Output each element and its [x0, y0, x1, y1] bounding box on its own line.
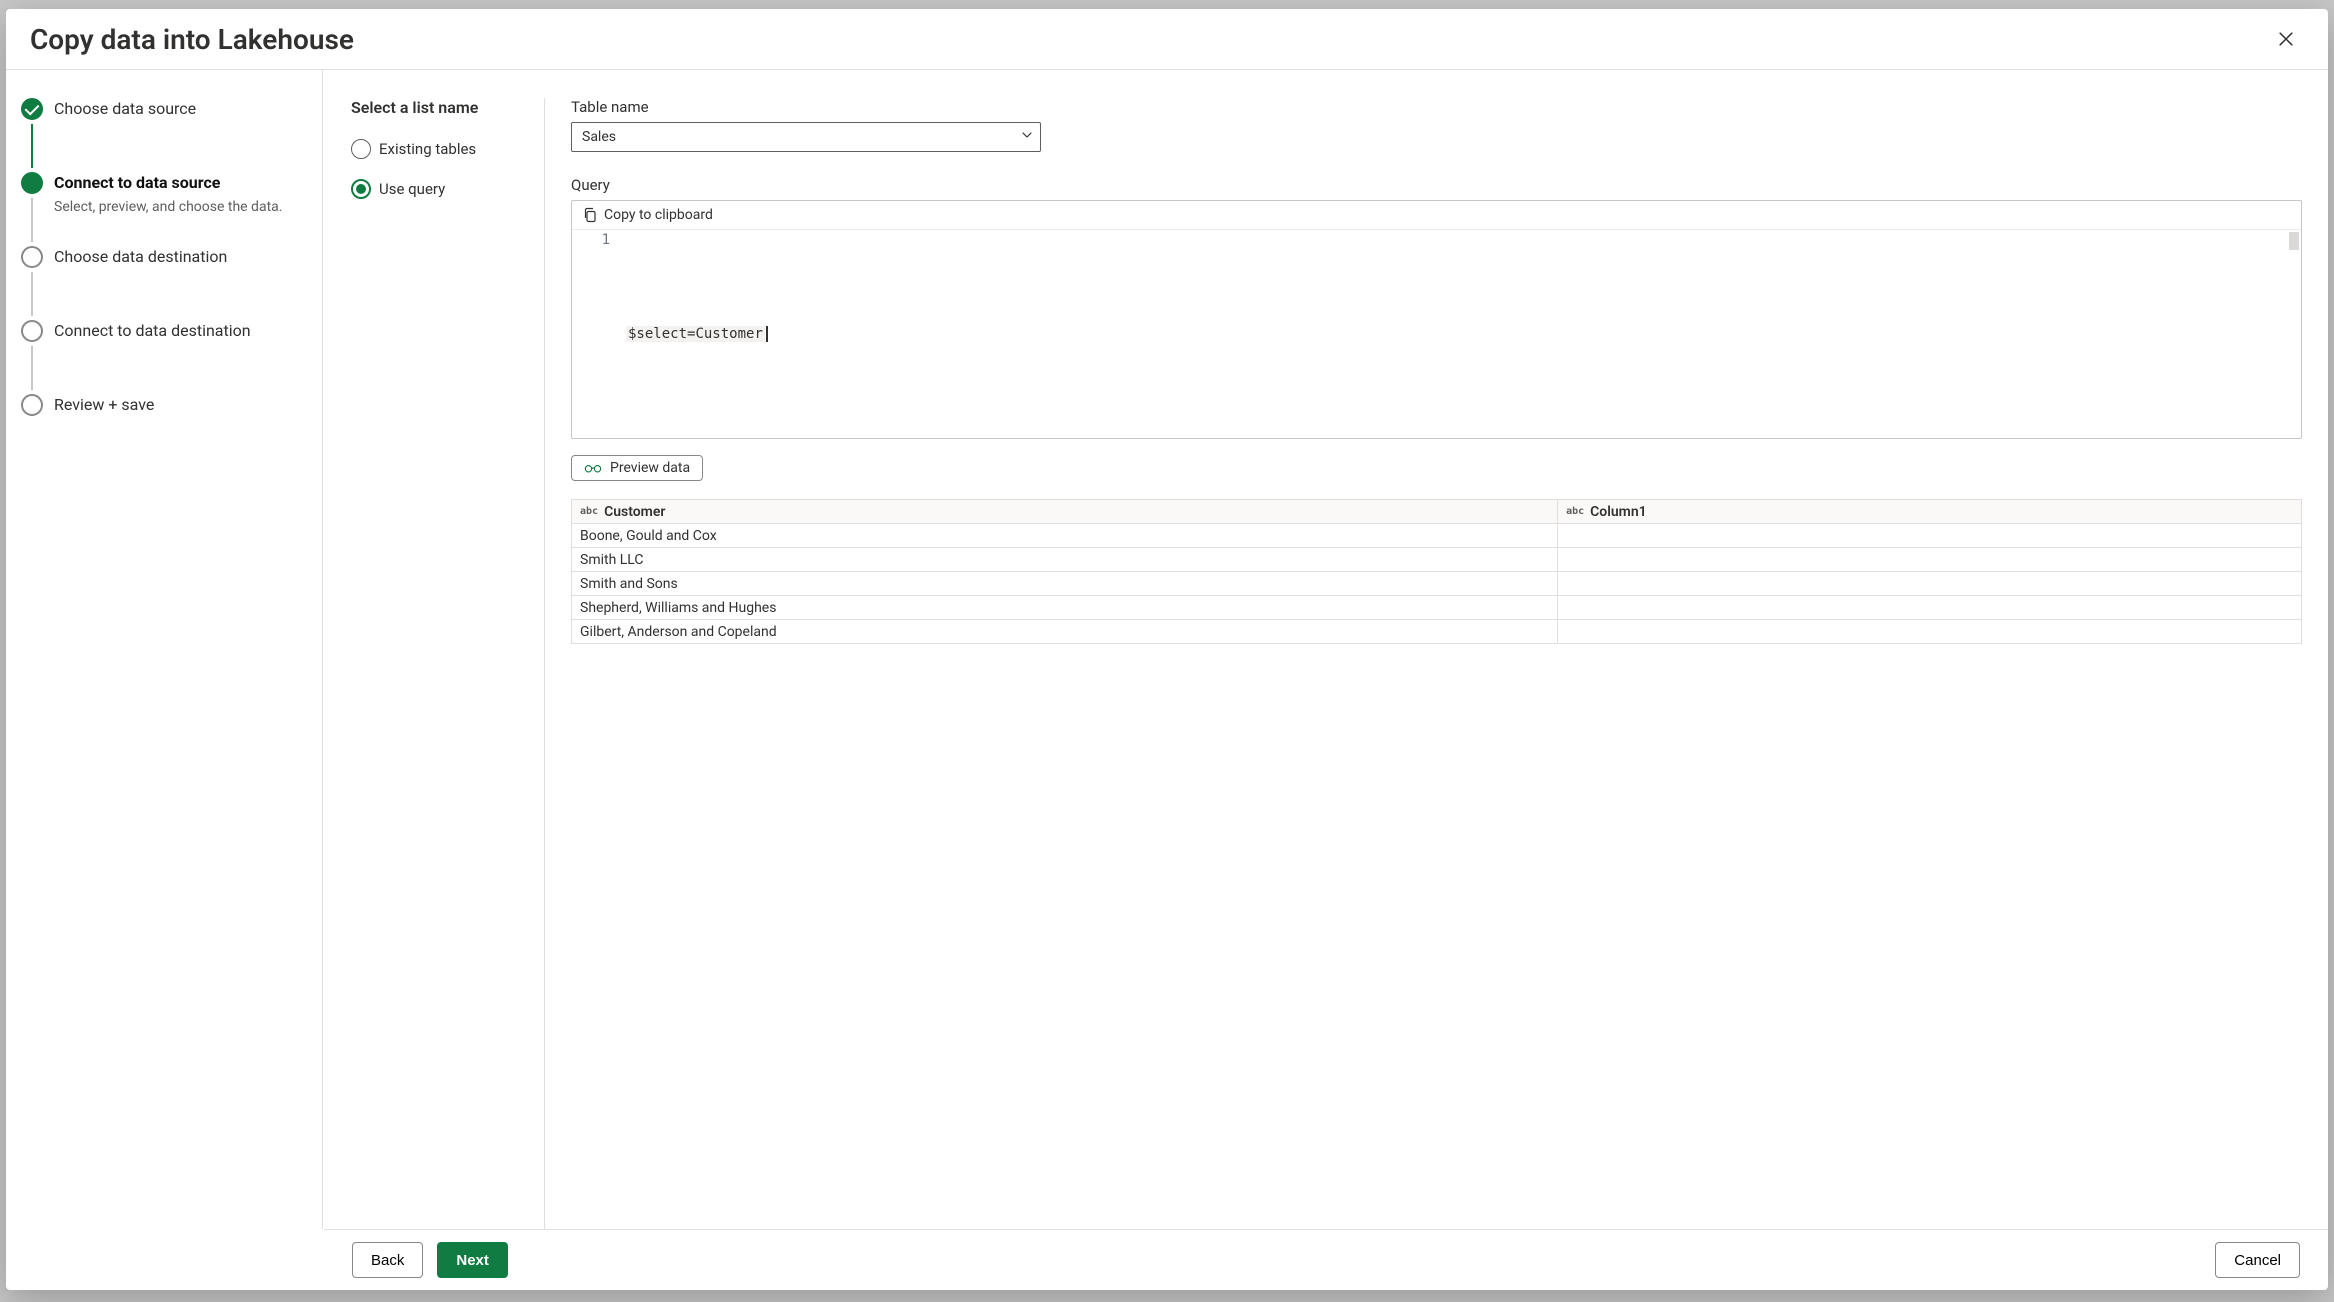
step-connector [31, 272, 33, 316]
step-connect-to-data-destination[interactable]: Connect to data destination [20, 320, 308, 394]
step-connect-to-data-source[interactable]: Connect to data source Select, preview, … [20, 172, 308, 246]
radio-label: Existing tables [379, 140, 476, 158]
table-row[interactable]: Boone, Gould and Cox [572, 524, 2302, 548]
step-subtitle: Select, preview, and choose the data. [54, 199, 282, 215]
column-header-customer[interactable]: abcCustomer [572, 500, 1558, 524]
copy-icon [582, 207, 598, 223]
next-button[interactable]: Next [437, 1242, 508, 1278]
step-review-save[interactable]: Review + save [20, 394, 308, 433]
step-circle-completed-icon [21, 98, 43, 120]
minimap [2289, 232, 2299, 250]
code-line: $select=Customer [626, 230, 768, 438]
dialog-header: Copy data into Lakehouse [6, 9, 2328, 70]
step-title: Connect to data destination [54, 321, 251, 341]
radio-label: Use query [379, 180, 445, 198]
step-connector [31, 198, 33, 242]
step-title: Choose data destination [54, 247, 227, 267]
query-label: Query [571, 176, 2302, 194]
table-row[interactable]: Smith LLC [572, 548, 2302, 572]
radio-use-query[interactable]: Use query [351, 179, 520, 199]
line-gutter: 1 [572, 230, 626, 438]
table-row[interactable]: Gilbert, Anderson and Copeland [572, 620, 2302, 644]
text-cursor [766, 326, 768, 342]
copy-to-clipboard-button[interactable]: Copy to clipboard [572, 201, 2301, 230]
step-title: Choose data source [54, 99, 196, 119]
radio-icon [351, 139, 371, 159]
step-rail: Choose data source Connect to data sourc… [6, 70, 323, 1229]
back-button[interactable]: Back [352, 1242, 423, 1278]
column-header-column1[interactable]: abcColumn1 [1558, 500, 2302, 524]
step-circle-current-icon [21, 172, 43, 194]
close-button[interactable] [2268, 21, 2304, 57]
dialog: Copy data into Lakehouse Choose data sou… [6, 9, 2328, 1290]
preview-data-button[interactable]: Preview data [571, 455, 703, 481]
copy-label: Copy to clipboard [604, 207, 713, 223]
table-row[interactable]: Smith and Sons [572, 572, 2302, 596]
step-circle-upcoming-icon [21, 246, 43, 268]
glasses-icon [584, 461, 602, 475]
query-editor: Copy to clipboard 1 $select=Customer [571, 200, 2302, 439]
step-circle-upcoming-icon [21, 320, 43, 342]
step-circle-upcoming-icon [21, 394, 43, 416]
table-name-select[interactable]: Sales [571, 122, 1041, 152]
code-area[interactable]: 1 $select=Customer [572, 230, 2301, 438]
table-row[interactable]: Shepherd, Williams and Hughes [572, 596, 2302, 620]
step-connector [31, 346, 33, 390]
radio-icon [351, 179, 371, 199]
step-choose-data-destination[interactable]: Choose data destination [20, 246, 308, 320]
table-name-label: Table name [571, 98, 2302, 116]
preview-table: abcCustomer abcColumn1 Boone, Gould and … [571, 499, 2302, 644]
table-name-value: Sales [582, 129, 616, 145]
preview-button-label: Preview data [610, 460, 690, 476]
cancel-button[interactable]: Cancel [2215, 1242, 2300, 1278]
dialog-title: Copy data into Lakehouse [30, 23, 354, 56]
step-choose-data-source[interactable]: Choose data source [20, 98, 308, 172]
list-name-panel: Select a list name Existing tables Use q… [351, 98, 545, 1229]
panel-heading: Select a list name [351, 98, 520, 117]
radio-existing-tables[interactable]: Existing tables [351, 139, 520, 159]
step-connector [31, 124, 33, 168]
query-panel: Table name Sales Query [571, 98, 2304, 1229]
dialog-footer: Back Next Cancel [324, 1229, 2328, 1290]
step-title: Connect to data source [54, 173, 282, 193]
close-icon [2276, 29, 2296, 49]
list-name-radio-group: Existing tables Use query [351, 139, 520, 199]
step-title: Review + save [54, 395, 154, 415]
